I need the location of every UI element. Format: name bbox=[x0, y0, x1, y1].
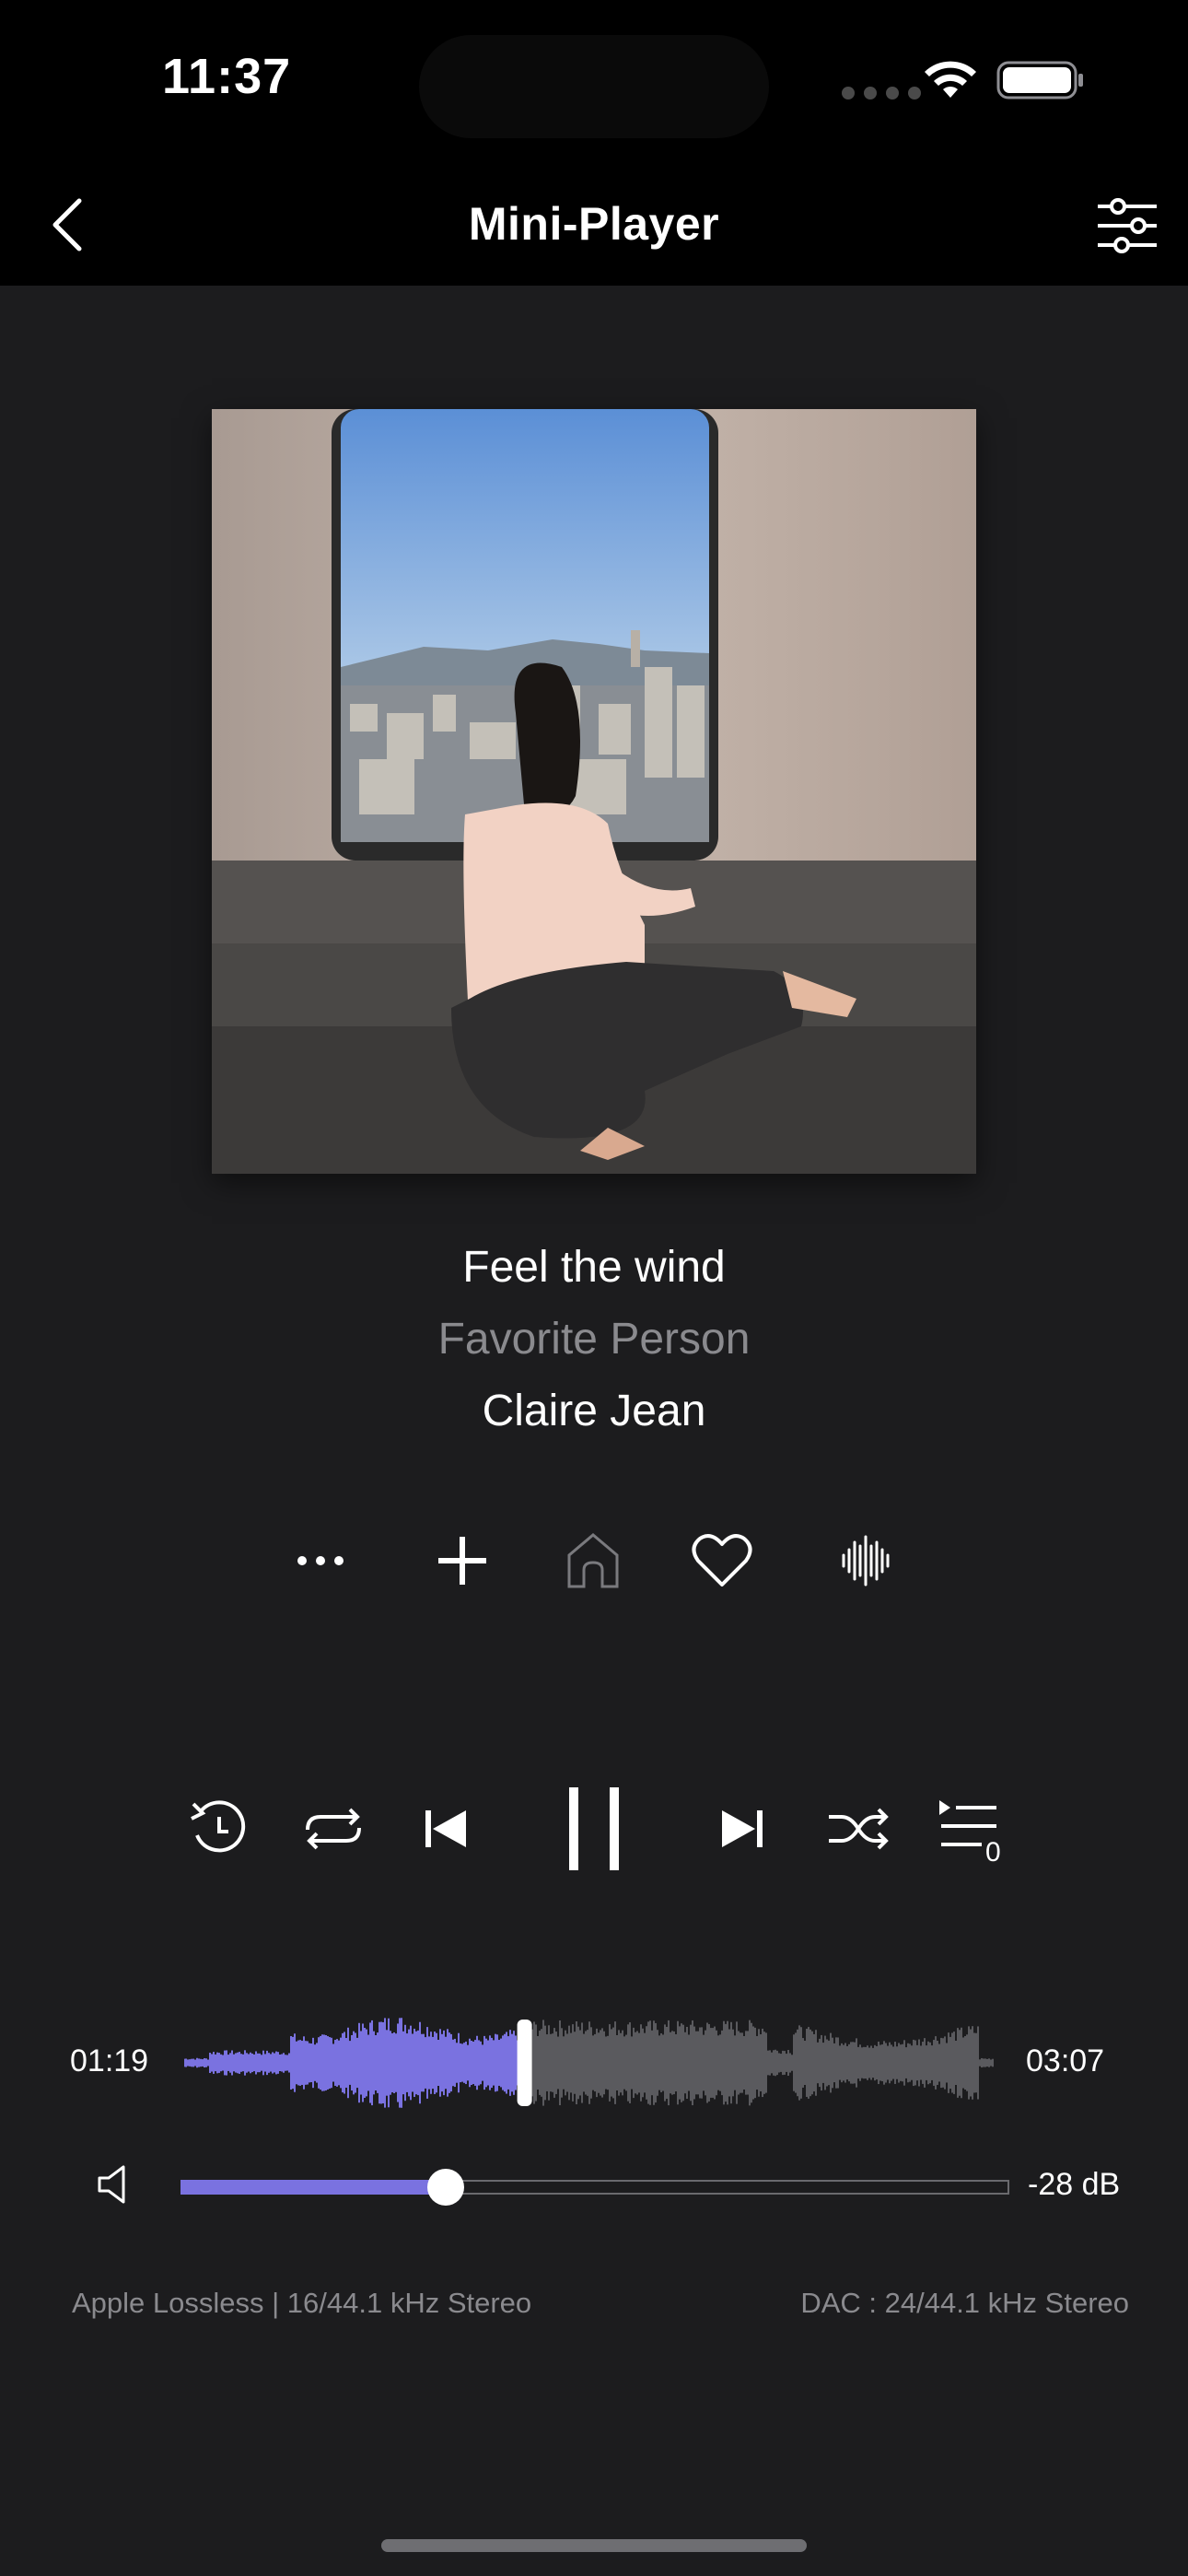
volume-db-label: -28 dB bbox=[1028, 2167, 1121, 2202]
repeat-button[interactable] bbox=[298, 1787, 368, 1870]
volume-thumb[interactable] bbox=[427, 2169, 464, 2206]
artist-name[interactable]: Claire Jean bbox=[0, 1386, 1188, 1436]
album-artwork[interactable] bbox=[212, 409, 976, 1174]
playhead[interactable] bbox=[517, 2020, 532, 2106]
heart-icon bbox=[692, 1534, 752, 1587]
volume-slider[interactable] bbox=[181, 2167, 1009, 2206]
more-button[interactable] bbox=[284, 1524, 357, 1598]
wifi-icon bbox=[925, 61, 976, 98]
track-actions bbox=[0, 1524, 1188, 1598]
page-title: Mini-Player bbox=[468, 198, 720, 250]
settings-button[interactable] bbox=[1090, 195, 1164, 256]
waveform-scrubber[interactable] bbox=[184, 2012, 995, 2113]
previous-button[interactable] bbox=[418, 1787, 473, 1870]
pause-button[interactable] bbox=[556, 1787, 632, 1870]
status-time: 11:37 bbox=[162, 49, 292, 104]
queue-count: 0 bbox=[985, 1837, 1001, 1868]
volume-fill bbox=[181, 2180, 446, 2195]
dac-format: DAC : 24/44.1 kHz Stereo bbox=[800, 2287, 1129, 2319]
battery-icon bbox=[996, 61, 1083, 100]
waveform-button[interactable] bbox=[829, 1524, 903, 1598]
waveform-icon bbox=[842, 1535, 890, 1587]
more-icon bbox=[297, 1556, 344, 1565]
status-bar: 11:37 bbox=[0, 0, 1188, 166]
next-button[interactable] bbox=[715, 1787, 770, 1870]
signal-dots-icon bbox=[842, 87, 921, 100]
home-icon bbox=[567, 1533, 619, 1588]
source-format: Apple Lossless | 16/44.1 kHz Stereo bbox=[72, 2287, 532, 2319]
repeat-icon bbox=[306, 1808, 361, 1850]
home-button[interactable] bbox=[556, 1524, 630, 1598]
previous-icon bbox=[425, 1810, 466, 1847]
next-icon bbox=[722, 1810, 763, 1847]
replay-icon bbox=[191, 1800, 246, 1853]
nav-bar: Mini-Player bbox=[0, 166, 1188, 286]
album-name[interactable]: Favorite Person bbox=[0, 1314, 1188, 1364]
shuffle-button[interactable] bbox=[823, 1787, 893, 1870]
song-title: Feel the wind bbox=[462, 1243, 726, 1292]
home-indicator bbox=[381, 2539, 807, 2552]
add-button[interactable] bbox=[425, 1524, 499, 1598]
total-time: 03:07 bbox=[1026, 2043, 1105, 2078]
replay-button[interactable] bbox=[184, 1787, 254, 1870]
shuffle-icon bbox=[829, 1808, 889, 1850]
pause-icon bbox=[569, 1787, 619, 1870]
elapsed-time: 01:19 bbox=[70, 2043, 149, 2078]
favorite-button[interactable] bbox=[685, 1524, 759, 1598]
dynamic-island bbox=[419, 35, 769, 138]
transport-controls bbox=[0, 1787, 1188, 1870]
speaker-icon[interactable] bbox=[94, 2161, 140, 2207]
add-icon bbox=[438, 1537, 486, 1585]
sliders-icon bbox=[1098, 198, 1157, 253]
